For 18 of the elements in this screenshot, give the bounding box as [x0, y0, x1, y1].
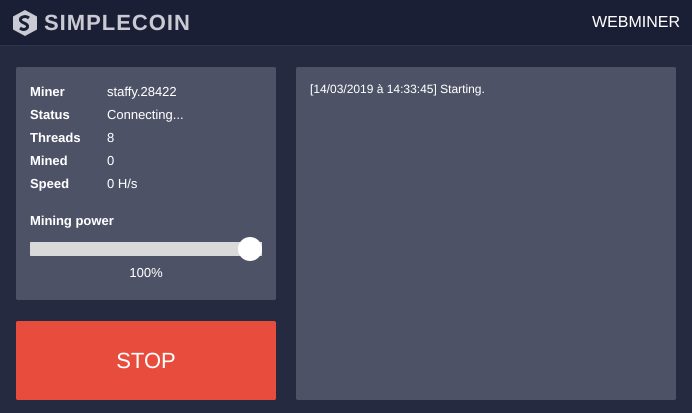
slider-thumb[interactable] [238, 236, 262, 260]
stat-label: Mined [30, 152, 69, 170]
stat-value: staffy.28422 [107, 82, 177, 101]
stop-button[interactable]: STOP [16, 321, 276, 400]
stat-label: Threads [30, 128, 82, 147]
stat-value: 0 H/s [107, 174, 138, 193]
stat-value: Connecting... [107, 106, 184, 124]
page-title: WEBMINER [592, 12, 680, 32]
stat-label: Status [30, 106, 71, 124]
logo-text: SIMPLECOIN [44, 9, 191, 37]
log-line: [14/03/2019 à 14:33:45] Starting. [310, 81, 486, 98]
stat-label: Miner [30, 82, 66, 101]
stat-label: Speed [30, 174, 70, 193]
stat-value: 8 [107, 128, 114, 147]
power-reading: 100% [129, 264, 163, 280]
stat-value: 0 [107, 152, 114, 170]
logo-icon [12, 8, 38, 36]
power-label: Mining power [30, 212, 114, 230]
